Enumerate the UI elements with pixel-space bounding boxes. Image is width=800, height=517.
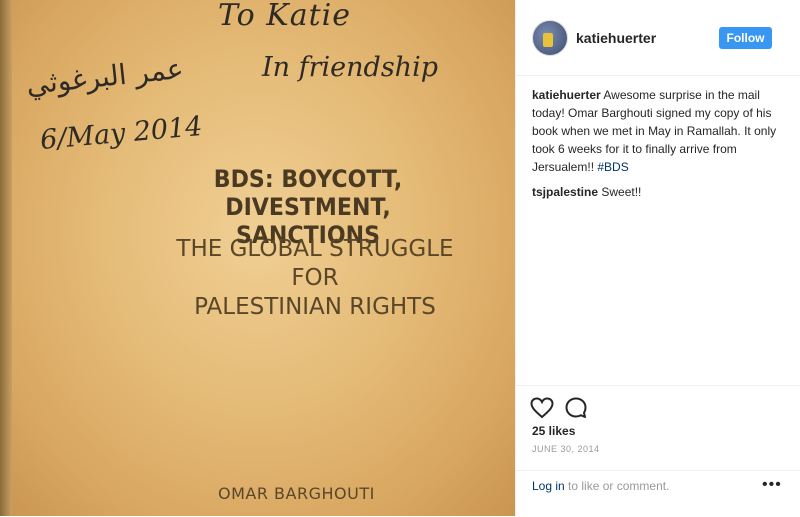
login-link[interactable]: Log in — [532, 479, 565, 493]
login-prompt-text: to like or comment. — [568, 479, 670, 493]
post-footer: Log in to like or comment. ••• — [516, 470, 800, 517]
comment-text: Sweet!! — [601, 185, 642, 199]
book-subtitle: THE GLOBAL STRUGGLE FOR PALESTINIAN RIGH… — [150, 235, 480, 322]
comment-icon[interactable] — [564, 396, 588, 420]
post-actions: 25 likes JUNE 30, 2014 — [516, 385, 800, 471]
handwriting-to: To Katie — [218, 0, 351, 33]
post-photo: To Katie In friendship عمر البرغوثي 6/Ma… — [0, 0, 515, 516]
comment-item: tsjpalestine Sweet!! — [532, 183, 784, 201]
more-options-icon[interactable]: ••• — [762, 476, 782, 494]
comment-item: katiehuerter Awesome surprise in the mai… — [532, 86, 784, 176]
avatar[interactable] — [532, 20, 568, 56]
book-spine-edge — [0, 0, 12, 516]
hashtag-link[interactable]: #BDS — [597, 160, 628, 174]
handwritten-signature: عمر البرغوثي — [24, 51, 185, 102]
username-link[interactable]: katiehuerter — [576, 30, 656, 46]
avatar-image — [543, 33, 553, 47]
handwriting-date: 6/May 2014 — [38, 110, 204, 157]
post-header: katiehuerter Follow — [516, 0, 800, 76]
post-date: JUNE 30, 2014 — [532, 444, 600, 454]
handwriting-friendship: In friendship — [262, 52, 438, 83]
likes-count[interactable]: 25 likes — [532, 424, 575, 438]
heart-icon[interactable] — [530, 396, 554, 420]
comments-list: katiehuerter Awesome surprise in the mai… — [532, 86, 784, 208]
book-subtitle-line1: THE GLOBAL STRUGGLE FOR — [176, 236, 454, 291]
book-title-line1: BDS: BOYCOTT, — [213, 165, 403, 193]
login-prompt: Log in to like or comment. — [532, 479, 669, 493]
follow-button[interactable]: Follow — [719, 27, 772, 49]
book-author: OMAR BARGHOUTI — [218, 484, 375, 503]
comment-username[interactable]: tsjpalestine — [532, 185, 598, 199]
book-subtitle-line2: PALESTINIAN RIGHTS — [194, 294, 436, 320]
post-side-panel: katiehuerter Follow katiehuerter Awesome… — [515, 0, 800, 516]
comment-username[interactable]: katiehuerter — [532, 88, 601, 102]
